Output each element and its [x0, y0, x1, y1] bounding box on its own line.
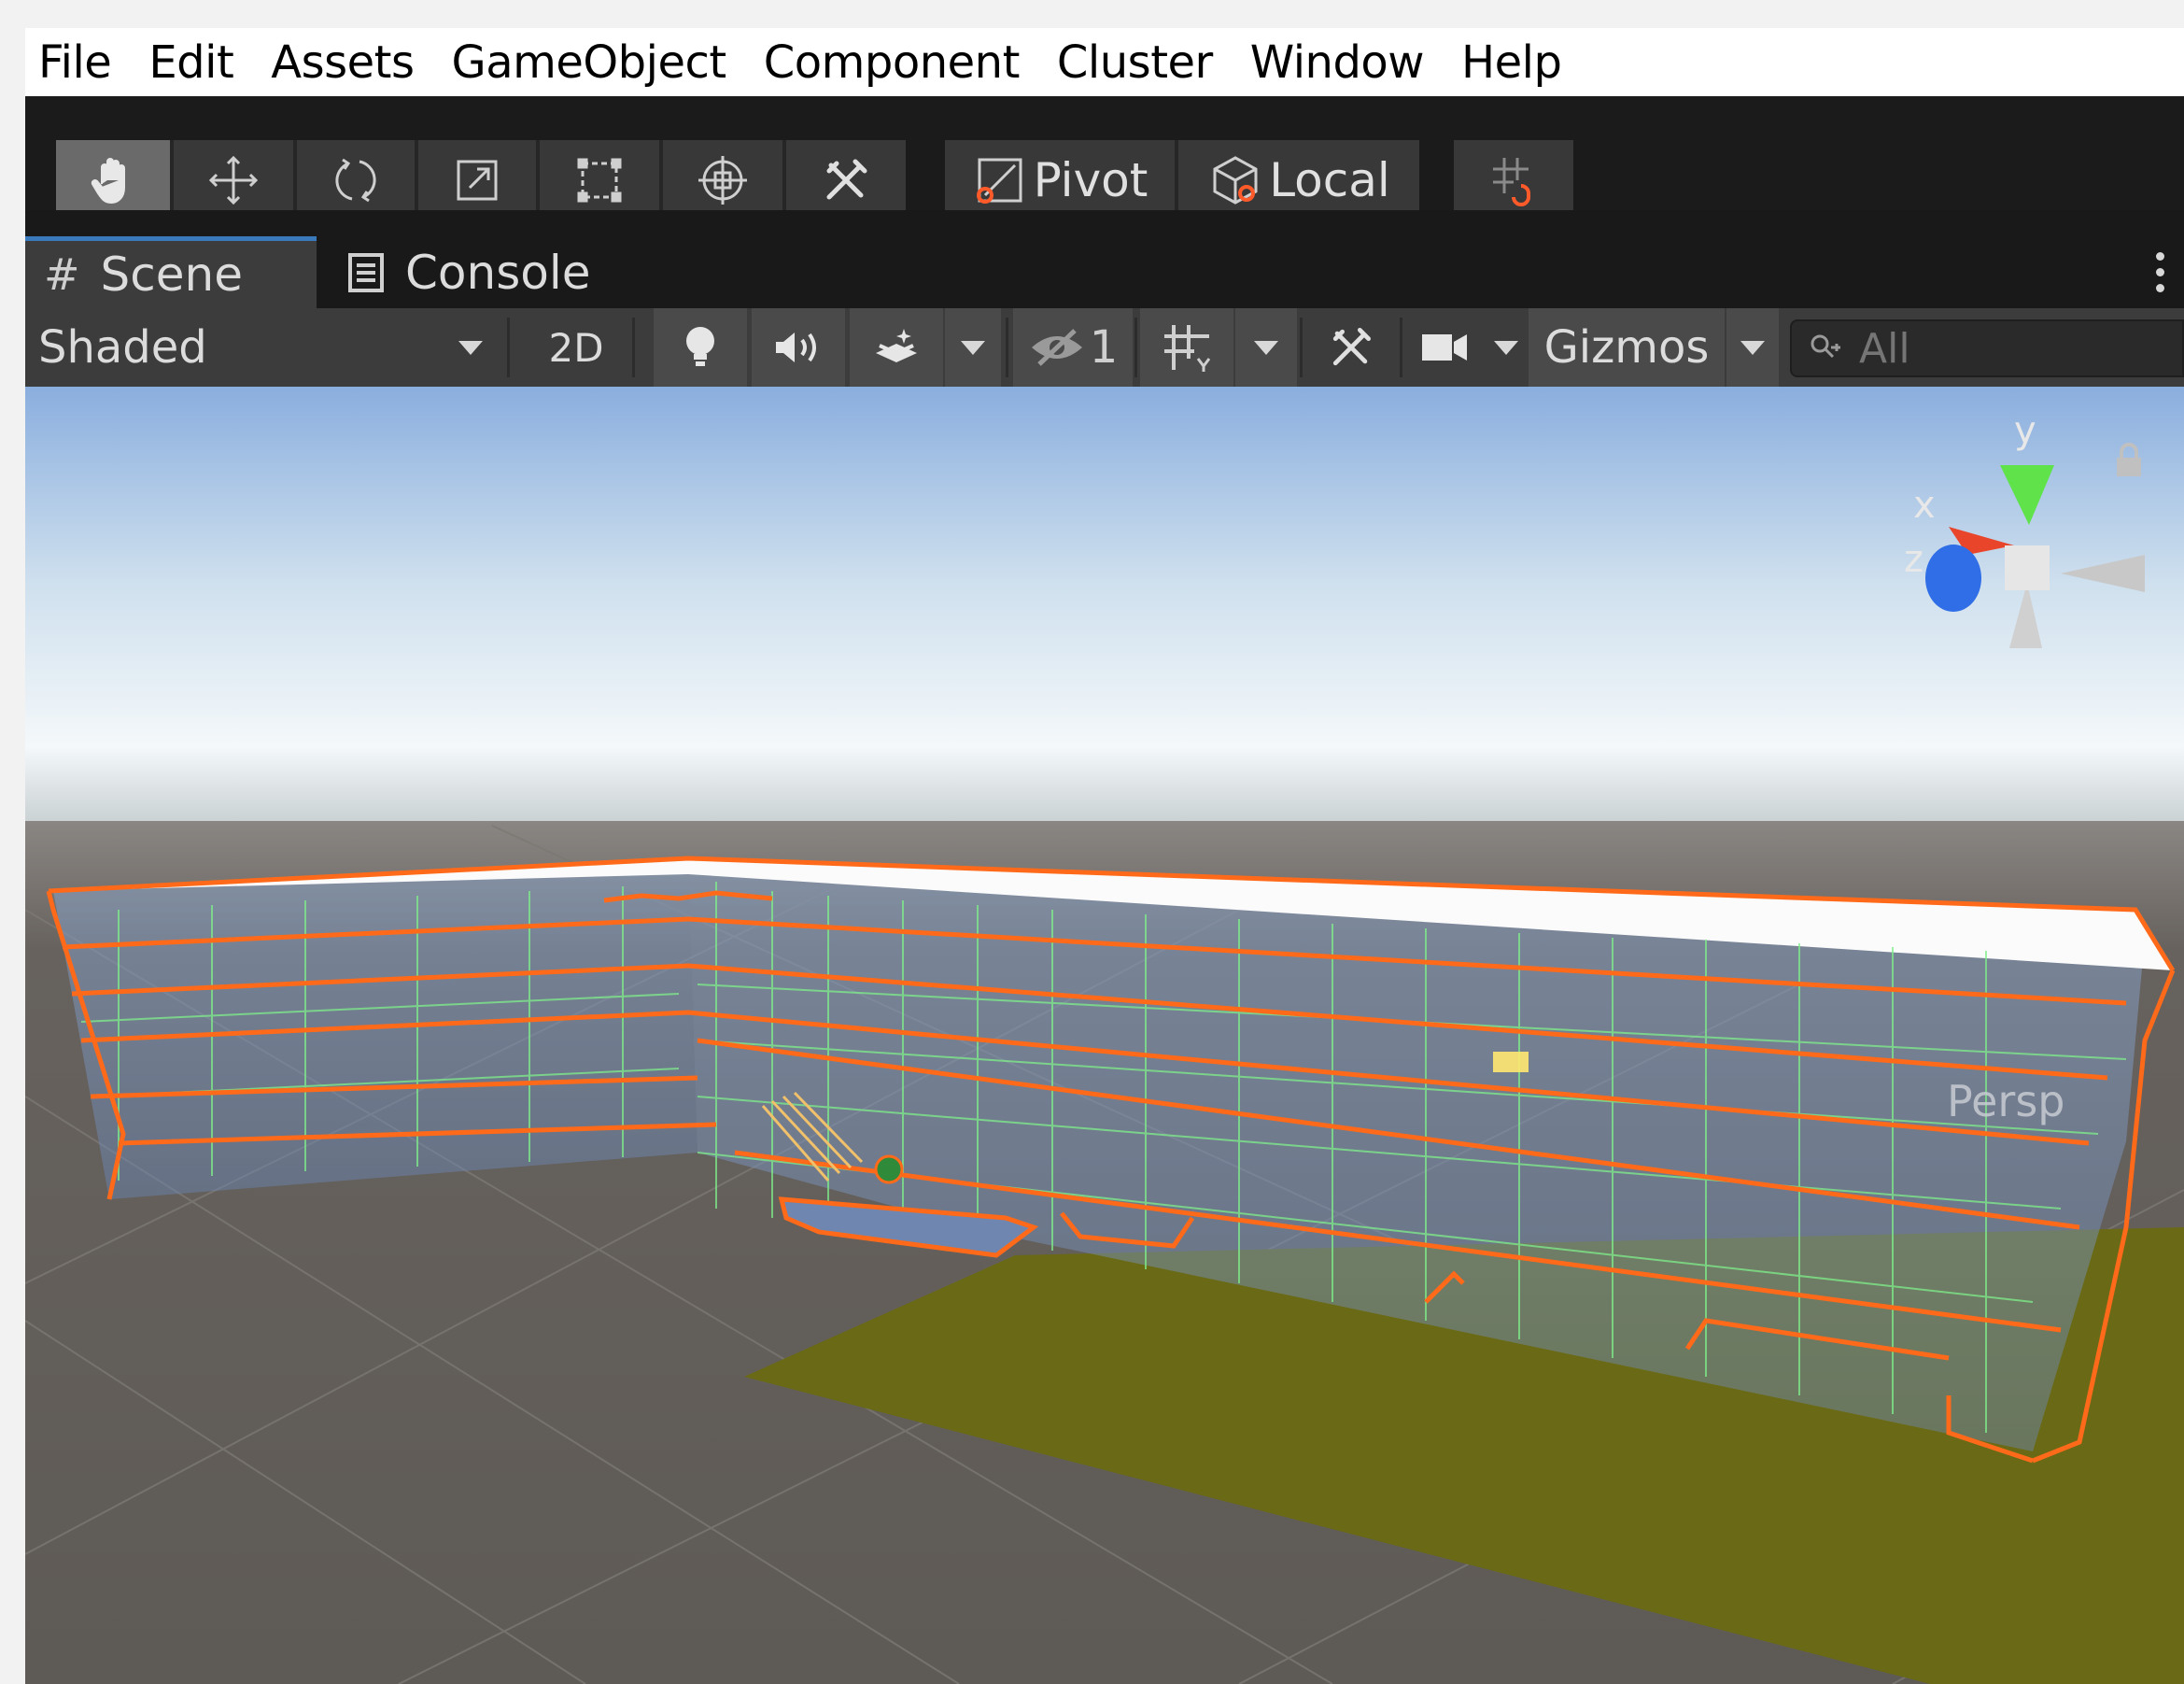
local-cube-icon	[1213, 155, 1258, 205]
grid-dropdown[interactable]	[1235, 308, 1297, 387]
unity-editor-window: File Edit Assets GameObject Component Cl…	[25, 28, 2184, 1684]
move-tool-button[interactable]	[174, 140, 297, 219]
custom-tools-button[interactable]	[786, 140, 906, 219]
transform-tools	[56, 140, 906, 219]
dock-tab-bar: # Scene Console	[25, 210, 2184, 308]
search-icon	[1811, 334, 1840, 359]
scene-visibility-toggle[interactable]: 1	[1013, 308, 1133, 387]
draw-mode-dropdown[interactable]: Shaded	[25, 308, 503, 387]
hand-tool-button[interactable]	[56, 140, 174, 219]
gizmo-y-label: y	[2014, 409, 2036, 452]
rect-tool-button[interactable]	[540, 140, 663, 219]
console-icon	[348, 252, 384, 292]
menu-bar: File Edit Assets GameObject Component Cl…	[25, 28, 2184, 96]
pivot-toggle-button[interactable]: Pivot	[945, 140, 1178, 219]
pivot-icon	[976, 158, 1022, 204]
grid-snap-button[interactable]	[1454, 140, 1573, 219]
gizmo-y-cone	[2000, 465, 2054, 525]
pivot-local-group: Pivot Local	[945, 140, 1419, 219]
local-label: Local	[1269, 152, 1390, 207]
grid-snap-icon	[1493, 157, 1530, 206]
rotate-icon	[335, 158, 376, 202]
scale-tool-button[interactable]	[418, 140, 540, 219]
chevron-down-icon	[1494, 340, 1518, 355]
2d-label: 2D	[548, 324, 604, 371]
hidden-objects-count: 1	[1089, 321, 1119, 374]
projection-label[interactable]: Persp	[1947, 1076, 2064, 1126]
chevron-down-icon	[1254, 340, 1278, 355]
scale-icon	[457, 160, 498, 200]
green-sphere-object	[874, 1154, 904, 1184]
more-options-icon[interactable]	[2156, 252, 2165, 292]
effects-layers-icon	[876, 329, 917, 362]
scene-toolbar: Shaded 2D 1 Gizmos All	[25, 308, 2184, 387]
menu-component[interactable]: Component	[764, 36, 1021, 89]
speaker-icon	[776, 333, 816, 362]
camera-icon	[1422, 334, 1467, 361]
transform-icon	[698, 155, 747, 205]
menu-cluster[interactable]: Cluster	[1057, 36, 1213, 89]
local-toggle-button[interactable]: Local	[1178, 140, 1419, 219]
menu-help[interactable]: Help	[1461, 36, 1562, 89]
draw-mode-value: Shaded	[38, 321, 207, 374]
menu-assets[interactable]: Assets	[271, 36, 415, 89]
menu-window[interactable]: Window	[1250, 36, 1425, 89]
gizmo-z-label: z	[1904, 538, 1923, 581]
custom-tools-icon	[1332, 328, 1371, 366]
gizmo-x-label: x	[1913, 484, 1936, 527]
2d-toggle-button[interactable]: 2D	[520, 308, 632, 387]
rotate-tool-button[interactable]	[297, 140, 418, 219]
chevron-down-icon	[961, 340, 985, 355]
search-input[interactable]	[1859, 324, 2139, 373]
gizmos-button[interactable]: Gizmos	[1529, 308, 1725, 387]
move-icon	[208, 155, 259, 205]
gizmos-dropdown[interactable]	[1726, 308, 1779, 387]
tab-console-label: Console	[405, 245, 591, 300]
lock-icon[interactable]	[2113, 441, 2145, 478]
effects-toggle-button[interactable]	[850, 308, 943, 387]
chevron-down-icon	[458, 340, 483, 355]
gizmo-cone-right	[2061, 555, 2145, 592]
yellow-marker-object	[1493, 1052, 1529, 1072]
gizmos-label: Gizmos	[1543, 321, 1710, 374]
chevron-down-icon	[1740, 340, 1765, 355]
transform-tool-button[interactable]	[663, 140, 786, 219]
hand-icon	[91, 157, 125, 204]
menu-gameobject[interactable]: GameObject	[452, 36, 727, 89]
tab-scene[interactable]: # Scene	[25, 236, 317, 308]
lightbulb-icon	[686, 327, 714, 366]
menu-edit[interactable]: Edit	[148, 36, 233, 89]
tab-scene-label: Scene	[100, 248, 243, 302]
grid-toggle-button[interactable]	[1140, 308, 1233, 387]
rect-transform-icon	[577, 158, 622, 202]
camera-settings-button[interactable]	[1405, 308, 1484, 387]
scene-viewport[interactable]: y x z Persp	[25, 387, 2184, 1684]
scene-tools-button[interactable]	[1304, 308, 1398, 387]
gizmo-z-cone	[1925, 545, 1981, 612]
gizmo-cone-bottom	[2009, 583, 2042, 648]
scene-search-field[interactable]	[1790, 319, 2184, 377]
snap-group	[1454, 140, 1573, 219]
pivot-label: Pivot	[1033, 152, 1148, 207]
grid-icon	[1164, 325, 1211, 372]
custom-tools-icon	[826, 159, 867, 199]
tab-console[interactable]: Console	[347, 236, 627, 308]
audio-toggle-button[interactable]	[752, 308, 845, 387]
camera-dropdown[interactable]	[1482, 308, 1530, 387]
scene-grid-icon: #	[44, 249, 80, 300]
hidden-eye-icon	[1031, 329, 1082, 366]
menu-file[interactable]: File	[38, 36, 112, 89]
effects-dropdown[interactable]	[945, 308, 1001, 387]
gizmo-center-cube	[2005, 545, 2050, 590]
lighting-toggle-button[interactable]	[654, 308, 747, 387]
